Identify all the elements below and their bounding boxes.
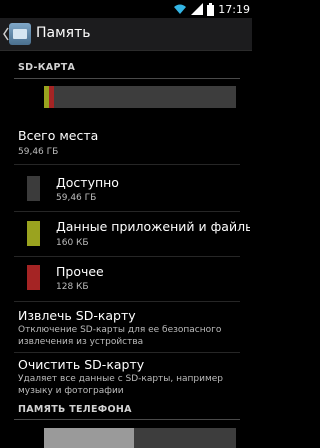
erase-sd-title[interactable]: Очистить SD-карту: [18, 357, 144, 372]
unmount-sd-title[interactable]: Извлечь SD-карту: [18, 308, 136, 323]
unmount-sd-summary-2: извлечения из устройства: [18, 337, 144, 347]
other-color-swatch: [27, 265, 40, 290]
erase-sd-summary-1: Удаляет все данные с SD-карты, например: [18, 374, 224, 384]
other-size: 128 КБ: [56, 282, 89, 292]
phone-usage-segment-used: [44, 428, 134, 448]
total-space-title: Всего места: [18, 128, 99, 143]
erase-sd-summary-2: музыку и фотографии: [18, 386, 124, 396]
status-time: 17:19: [218, 2, 250, 16]
divider: [14, 256, 240, 257]
divider: [14, 352, 240, 353]
apps-size: 160 КБ: [56, 238, 89, 248]
page-title: Память: [36, 25, 91, 41]
available-color-swatch: [27, 176, 40, 201]
signal-icon: [191, 3, 204, 15]
sd-section-header: SD-КАРТА: [18, 62, 76, 73]
divider: [14, 164, 240, 165]
apps-label[interactable]: Данные приложений и файлы мультимедиа: [56, 219, 250, 234]
total-space-value: 59,46 ГБ: [18, 147, 59, 157]
status-icons: 17:19: [173, 1, 250, 17]
phone-usage-bar: [44, 428, 236, 448]
available-label: Доступно: [56, 175, 119, 190]
other-label[interactable]: Прочее: [56, 264, 250, 279]
status-bar: 17:19: [0, 0, 252, 18]
phone-section-divider: [14, 419, 240, 420]
sd-usage-bar: [44, 86, 236, 108]
available-size: 59,46 ГБ: [56, 193, 97, 203]
battery-icon: [207, 2, 215, 16]
divider: [14, 211, 240, 212]
unmount-sd-summary-1: Отключение SD-карты для ее безопасного: [18, 325, 222, 335]
sd-section-divider: [14, 78, 240, 79]
wifi-icon: [174, 4, 187, 14]
apps-color-swatch: [27, 221, 40, 246]
divider: [14, 301, 240, 302]
phone-section-header: ПАМЯТЬ ТЕЛЕФОНА: [18, 404, 132, 415]
settings-app-icon[interactable]: [9, 23, 31, 45]
action-bar: Память: [0, 18, 252, 51]
sd-usage-segment-other: [49, 86, 54, 108]
